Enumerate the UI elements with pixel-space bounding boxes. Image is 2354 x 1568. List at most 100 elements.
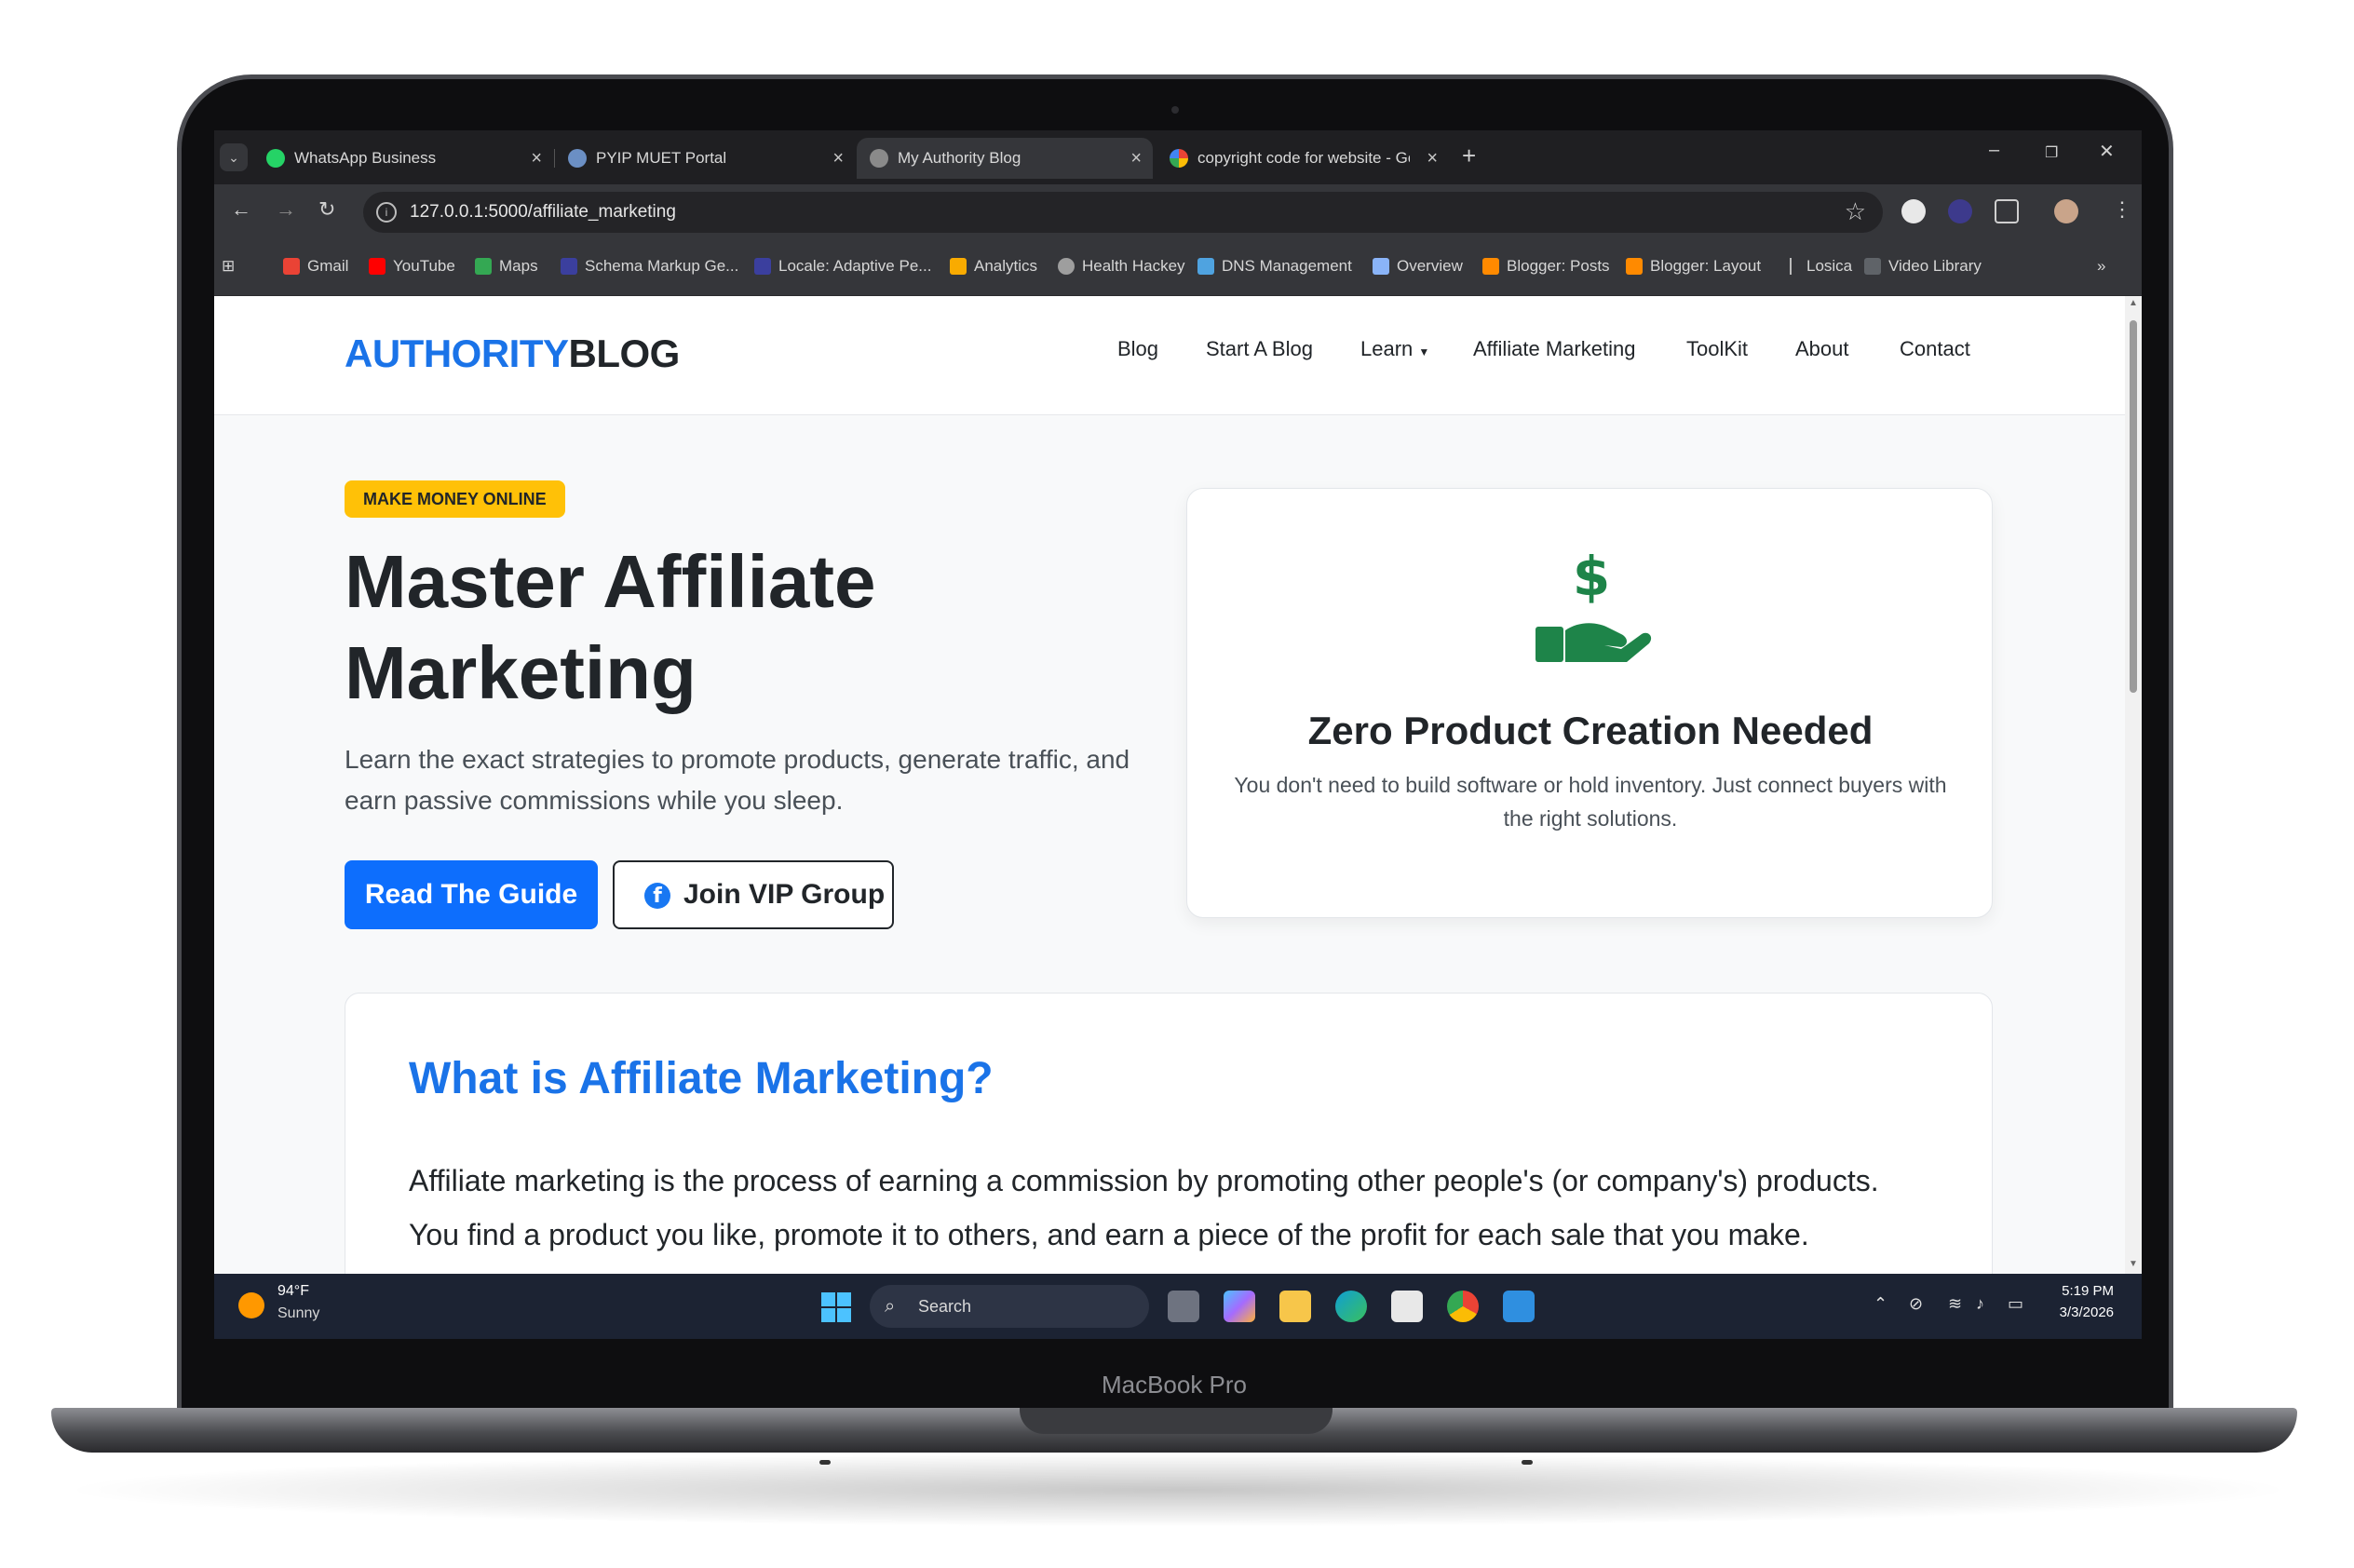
bookmark-maps[interactable]: Maps bbox=[475, 240, 538, 292]
tab-whatsapp[interactable]: WhatsApp Business × bbox=[253, 138, 555, 179]
google-icon bbox=[1170, 149, 1188, 168]
bookmark-schema-markup[interactable]: Schema Markup Ge... bbox=[561, 240, 738, 292]
bookmark-overview[interactable]: Overview bbox=[1373, 240, 1463, 292]
forward-arrow-icon[interactable]: → bbox=[276, 197, 296, 222]
close-icon[interactable]: × bbox=[832, 138, 844, 179]
download-extension-icon[interactable] bbox=[1901, 199, 1926, 223]
nav-learn[interactable]: Learn ▼ bbox=[1360, 337, 1429, 361]
volume-icon[interactable]: ♪ bbox=[1976, 1294, 1984, 1314]
windows-start-icon[interactable] bbox=[821, 1292, 851, 1322]
shield-icon bbox=[1197, 258, 1214, 275]
close-icon[interactable]: × bbox=[1130, 138, 1142, 179]
close-window-button[interactable]: ✕ bbox=[2099, 140, 2115, 163]
tab-label: WhatsApp Business bbox=[294, 149, 437, 167]
laptop-foot bbox=[819, 1460, 831, 1465]
new-tab-button[interactable]: + bbox=[1462, 142, 1476, 170]
scroll-up-arrow-icon[interactable]: ▲ bbox=[2129, 298, 2138, 308]
nav-start-a-blog[interactable]: Start A Blog bbox=[1206, 337, 1313, 361]
bookmark-label: DNS Management bbox=[1222, 257, 1352, 275]
weather-temperature[interactable]: 94°F bbox=[277, 1283, 309, 1300]
bookmark-label: YouTube bbox=[393, 257, 455, 275]
bookmark-gmail[interactable]: Gmail bbox=[283, 240, 348, 292]
site-logo[interactable]: AUTHORITYBLOG bbox=[345, 331, 680, 376]
sun-icon[interactable] bbox=[238, 1292, 264, 1318]
tab-label: copyright code for website - Go bbox=[1197, 149, 1410, 167]
microsoft-store-icon[interactable] bbox=[1391, 1291, 1423, 1322]
bookmark-blogger-layout[interactable]: Blogger: Layout bbox=[1626, 240, 1761, 292]
bookmark-label: Schema Markup Ge... bbox=[585, 257, 739, 275]
back-arrow-icon[interactable]: ← bbox=[231, 197, 251, 222]
wifi-icon[interactable]: ≋ bbox=[1948, 1294, 1962, 1314]
profile-avatar[interactable] bbox=[2054, 199, 2078, 223]
page-scrollbar[interactable]: ▲ ▼ bbox=[2125, 296, 2142, 1274]
section-text: Affiliate marketing is the process of ea… bbox=[409, 1164, 1879, 1251]
task-view-icon[interactable] bbox=[1168, 1291, 1199, 1322]
bookmark-label: Blogger: Posts bbox=[1507, 257, 1610, 275]
join-vip-label: Join VIP Group bbox=[683, 879, 886, 910]
scroll-down-arrow-icon[interactable]: ▼ bbox=[2129, 1259, 2138, 1269]
bookmark-health-hackey[interactable]: Health Hackey bbox=[1058, 240, 1185, 292]
extensions-puzzle-icon[interactable] bbox=[1995, 199, 2019, 223]
schema-icon bbox=[561, 258, 577, 275]
bookmark-youtube[interactable]: YouTube bbox=[369, 240, 455, 292]
show-hidden-icons-chevron-icon[interactable]: ⌃ bbox=[1874, 1294, 1887, 1314]
close-icon[interactable]: × bbox=[1427, 138, 1438, 179]
clock[interactable]: 5:19 PM 3/3/2026 bbox=[2021, 1283, 2114, 1320]
search-placeholder: Search bbox=[918, 1297, 972, 1316]
url-text[interactable]: 127.0.0.1:5000/affiliate_marketing bbox=[410, 192, 676, 233]
search-icon: ⌕ bbox=[885, 1296, 896, 1317]
nav-toolkit[interactable]: ToolKit bbox=[1686, 337, 1748, 361]
tab-pyip-portal[interactable]: PYIP MUET Portal × bbox=[555, 138, 855, 179]
analytics-icon bbox=[950, 258, 967, 275]
more-bookmarks-icon[interactable]: » bbox=[2097, 240, 2105, 292]
logo-part-authority: AUTHORITY bbox=[345, 331, 569, 375]
site-info-icon[interactable]: i bbox=[376, 202, 397, 223]
browser-menu-icon[interactable]: ⋮ bbox=[2112, 197, 2132, 222]
nav-affiliate-marketing[interactable]: Affiliate Marketing bbox=[1473, 337, 1635, 361]
weather-description[interactable]: Sunny bbox=[277, 1305, 319, 1322]
tab-search-button[interactable]: ⌄ bbox=[220, 143, 248, 171]
nav-learn-label: Learn bbox=[1360, 337, 1414, 360]
screen: ⌄ WhatsApp Business × PYIP MUET Portal ×… bbox=[214, 130, 2142, 1339]
taskbar-search[interactable]: ⌕ Search bbox=[870, 1285, 1149, 1328]
nav-contact[interactable]: Contact bbox=[1900, 337, 1970, 361]
content-card: What is Affiliate Marketing? Affiliate m… bbox=[345, 993, 1993, 1274]
read-guide-button[interactable]: Read The Guide bbox=[345, 860, 598, 929]
close-icon[interactable]: × bbox=[531, 138, 542, 179]
chrome-icon[interactable] bbox=[1447, 1291, 1479, 1322]
edge-icon[interactable] bbox=[1335, 1291, 1367, 1322]
bookmark-label: Health Hackey bbox=[1082, 257, 1185, 275]
copilot-icon[interactable] bbox=[1224, 1291, 1255, 1322]
feature-card-text: You don't need to build software or hold… bbox=[1234, 773, 1947, 831]
nav-blog[interactable]: Blog bbox=[1117, 337, 1158, 361]
feature-card: $ Zero Product Creation Needed You don't… bbox=[1186, 488, 1993, 918]
bookmark-dns-management[interactable]: DNS Management bbox=[1197, 240, 1352, 292]
nav-about[interactable]: About bbox=[1795, 337, 1849, 361]
bookmark-blogger-posts[interactable]: Blogger: Posts bbox=[1482, 240, 1610, 292]
join-vip-group-button[interactable]: f Join VIP Group bbox=[613, 860, 894, 929]
device-brand-label: MacBook Pro bbox=[1101, 1371, 1248, 1399]
scrollbar-thumb[interactable] bbox=[2130, 320, 2137, 693]
tab-google-search[interactable]: copyright code for website - Go × bbox=[1157, 138, 1449, 179]
bookmark-star-icon[interactable]: ☆ bbox=[1845, 197, 1866, 226]
apps-grid-icon[interactable]: ⊞ bbox=[222, 240, 235, 292]
laptop-hinge-notch bbox=[1020, 1408, 1333, 1434]
extension-icon[interactable] bbox=[1948, 199, 1972, 223]
browser-toolbar: ← → ↻ i 127.0.0.1:5000/affiliate_marketi… bbox=[214, 184, 2142, 240]
minimize-button[interactable]: – bbox=[1989, 140, 1999, 161]
bookmark-losica[interactable]: Losica bbox=[1782, 240, 1852, 292]
vscode-icon[interactable] bbox=[1503, 1291, 1535, 1322]
caret-down-icon: ▼ bbox=[1418, 345, 1430, 358]
bookmark-analytics[interactable]: Analytics bbox=[950, 240, 1037, 292]
notifications-off-icon[interactable]: ⊘ bbox=[1909, 1294, 1923, 1314]
file-explorer-icon[interactable] bbox=[1279, 1291, 1311, 1322]
tab-my-authority-blog[interactable]: My Authority Blog × bbox=[857, 138, 1153, 179]
address-bar[interactable]: i 127.0.0.1:5000/affiliate_marketing ☆ bbox=[363, 192, 1883, 233]
reload-icon[interactable]: ↻ bbox=[318, 197, 335, 222]
feature-card-title: Zero Product Creation Needed bbox=[1307, 709, 1874, 752]
restore-button[interactable]: ❐ bbox=[2045, 143, 2058, 162]
svg-text:$: $ bbox=[1573, 547, 1610, 608]
bookmark-locale[interactable]: Locale: Adaptive Pe... bbox=[754, 240, 931, 292]
bookmark-video-library[interactable]: Video Library bbox=[1864, 240, 1982, 292]
bookmark-label: Overview bbox=[1397, 257, 1463, 275]
